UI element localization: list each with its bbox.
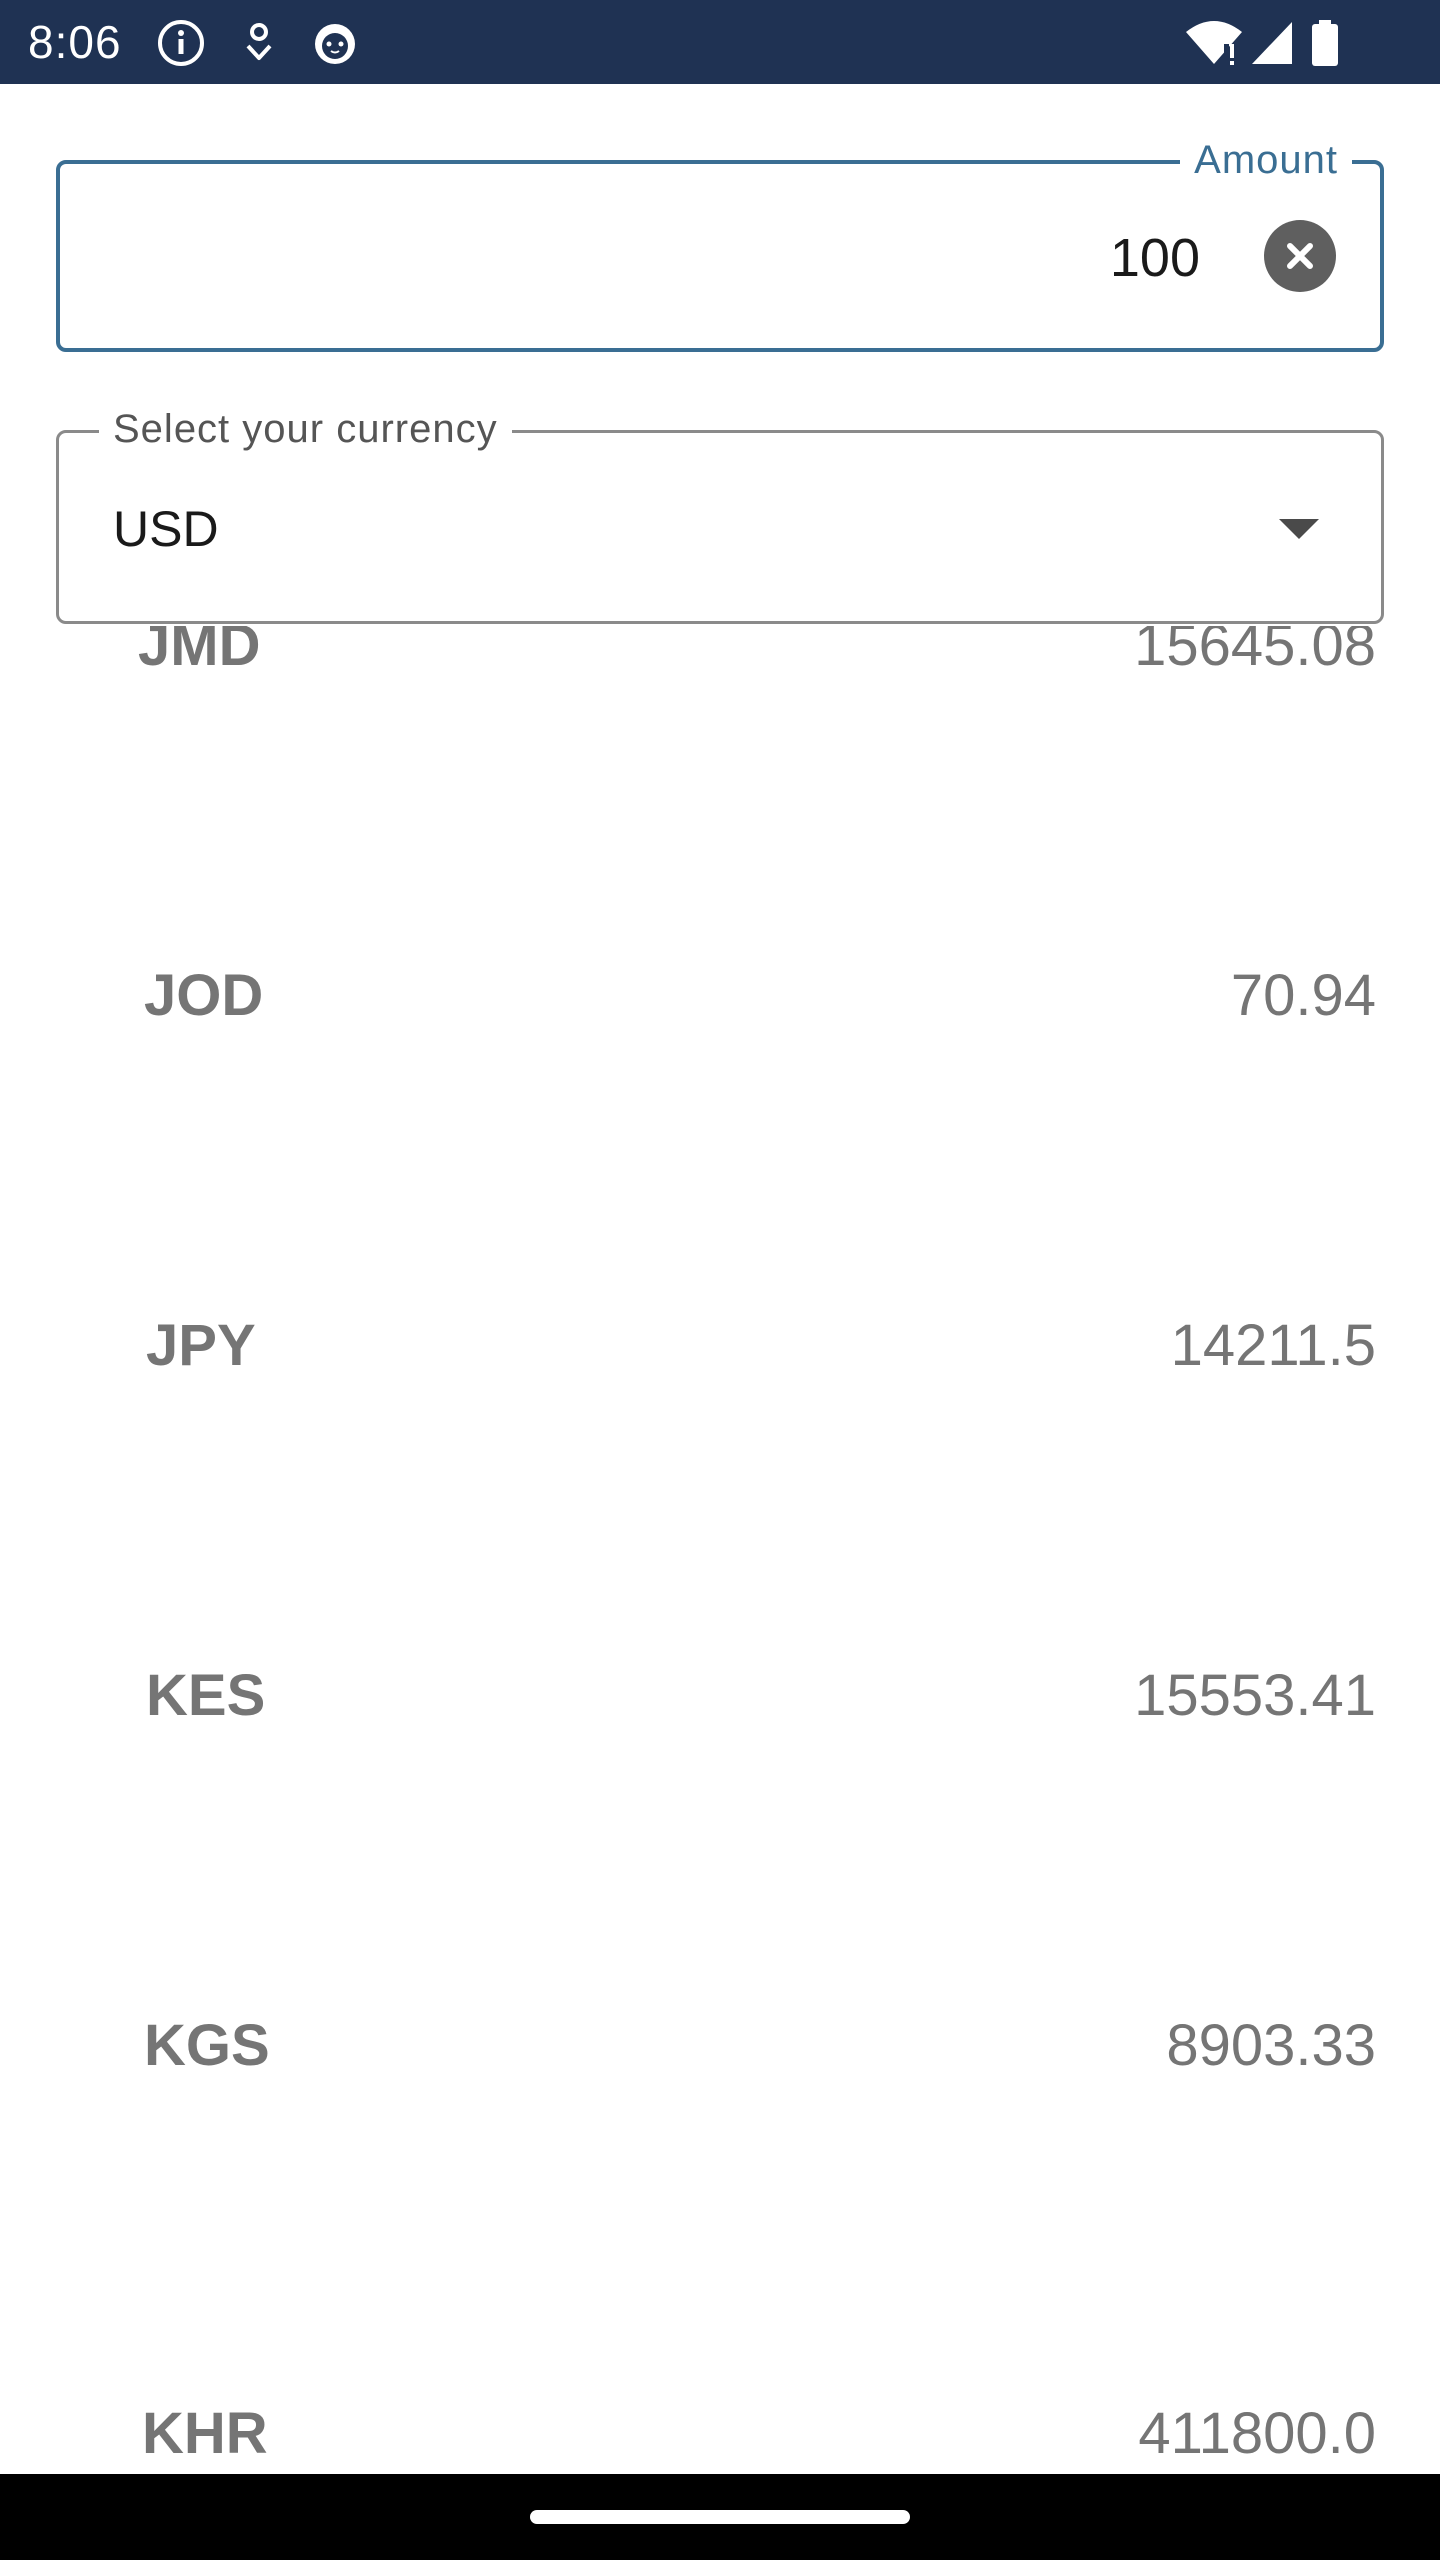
navigation-bar bbox=[0, 2474, 1440, 2560]
home-gesture-handle[interactable] bbox=[530, 2510, 910, 2524]
currency-code: KES bbox=[146, 1663, 266, 1728]
list-item[interactable]: KES 15553.41 bbox=[0, 1646, 1440, 1746]
converted-amount: 15553.41 bbox=[1134, 1663, 1376, 1728]
converted-amount: 70.94 bbox=[1230, 963, 1376, 1028]
info-icon bbox=[158, 20, 204, 66]
rates-list[interactable]: JMD 15645.08 JOD 70.94 JPY 14211.5 KES 1… bbox=[0, 626, 1440, 2474]
close-icon bbox=[1287, 243, 1313, 269]
list-item[interactable]: JPY 14211.5 bbox=[0, 1296, 1440, 1396]
wifi-icon bbox=[1186, 21, 1242, 65]
currency-code: JPY bbox=[146, 1313, 256, 1378]
converted-amount: 15645.08 bbox=[1134, 626, 1376, 678]
currency-code: KHR bbox=[142, 2401, 268, 2466]
battery-icon bbox=[1312, 20, 1338, 66]
list-item[interactable]: JOD 70.94 bbox=[0, 946, 1440, 1046]
list-item[interactable]: JMD 15645.08 bbox=[0, 626, 1440, 696]
chevron-down-icon[interactable] bbox=[1279, 519, 1319, 539]
currency-selected-value: USD bbox=[113, 501, 219, 557]
status-time: 8:06 bbox=[28, 16, 122, 68]
amount-field[interactable]: Amount 100 bbox=[56, 136, 1384, 352]
status-bar: 8:06 bbox=[0, 0, 1440, 84]
list-item[interactable]: KGS 8903.33 bbox=[0, 1996, 1440, 2096]
clear-amount-button[interactable] bbox=[1264, 220, 1336, 292]
currency-code: JMD bbox=[138, 626, 261, 678]
cat-face-icon bbox=[315, 24, 355, 64]
converted-amount: 14211.5 bbox=[1170, 1313, 1376, 1378]
converted-amount: 8903.33 bbox=[1166, 2013, 1376, 2078]
currency-select-label: Select your currency bbox=[99, 405, 512, 453]
signal-icon bbox=[1252, 22, 1292, 64]
currency-code: JOD bbox=[144, 963, 264, 1028]
list-item[interactable]: KHR 411800.0 bbox=[0, 2384, 1440, 2474]
pin-icon bbox=[246, 23, 272, 60]
app-screen: 8:06 Amount 100 Select your currency USD… bbox=[0, 0, 1440, 2560]
currency-select[interactable]: Select your currency USD bbox=[56, 405, 1384, 624]
converted-amount: 411800.0 bbox=[1138, 2401, 1376, 2466]
amount-input-value[interactable]: 100 bbox=[1110, 226, 1200, 290]
amount-label: Amount bbox=[1180, 136, 1352, 184]
currency-code: KGS bbox=[144, 2013, 270, 2078]
